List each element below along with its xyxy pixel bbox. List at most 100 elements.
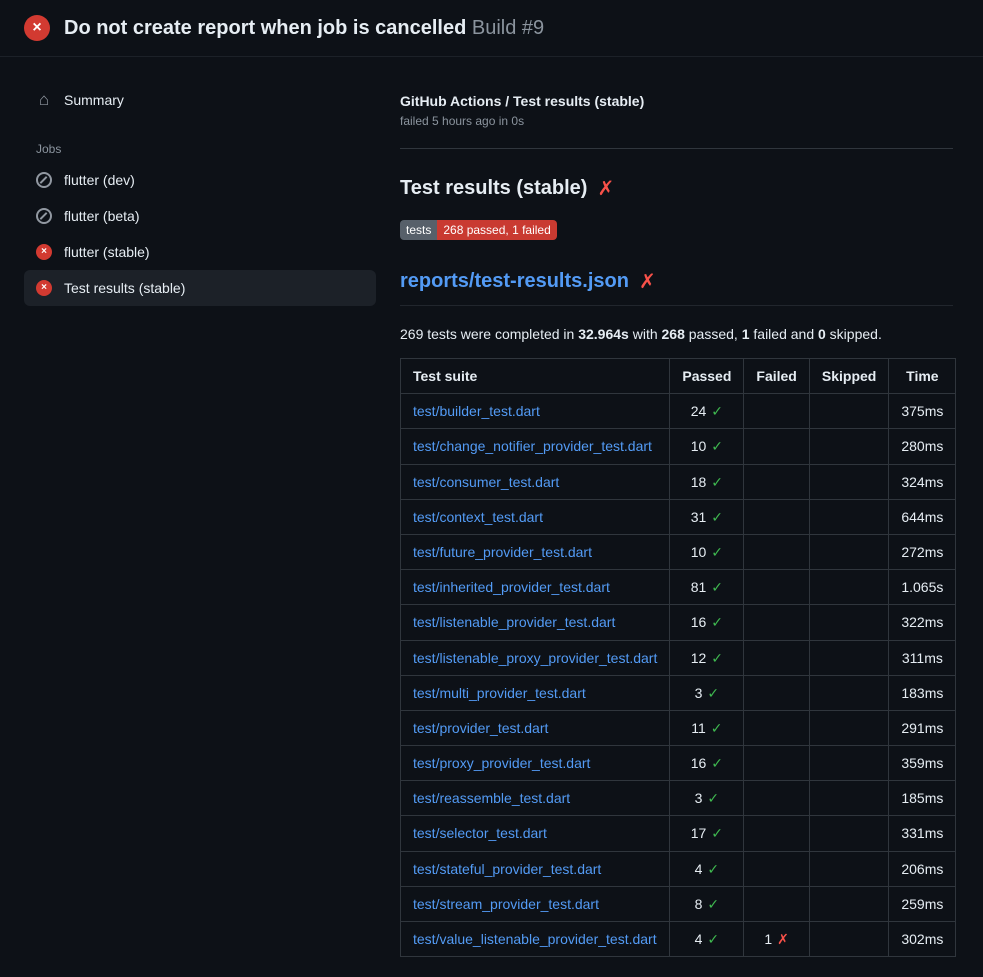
test-suite-link[interactable]: test/listenable_provider_test.dart [413,614,615,630]
col-header-test-suite: Test suite [401,359,670,394]
sidebar-item-flutter-stable[interactable]: × flutter (stable) [24,234,376,270]
test-suite-link[interactable]: test/consumer_test.dart [413,474,559,490]
results-table-body: test/builder_test.dart24✓375mstest/chang… [401,394,956,957]
sidebar-item-summary[interactable]: ⌂ Summary [24,83,376,116]
table-row: test/selector_test.dart 17✓ 331ms [401,816,956,851]
test-suite-link[interactable]: test/stream_provider_test.dart [413,896,599,912]
time-value: 331ms [889,816,956,851]
home-icon: ⌂ [36,91,52,108]
test-suite-link[interactable]: test/change_notifier_provider_test.dart [413,438,652,454]
summary-skipped: 0 [818,326,826,342]
passed-count: 3 [695,790,703,806]
badge-value: 268 passed, 1 failed [437,220,556,240]
check-icon: ✓ [707,790,719,806]
fail-x-icon: ✗ [777,931,789,947]
col-header-time: Time [889,359,956,394]
summary-text: with [629,326,662,342]
report-link[interactable]: reports/test-results.json [400,270,629,293]
test-suite-link[interactable]: test/value_listenable_provider_test.dart [413,931,657,947]
time-value: 322ms [889,605,956,640]
time-value: 324ms [889,464,956,499]
x-glyph: × [41,247,47,257]
build-header: × Do not create report when job is cance… [0,0,983,57]
test-suite-link[interactable]: test/listenable_proxy_provider_test.dart [413,650,657,666]
passed-count: 17 [691,825,707,841]
passed-count: 18 [691,474,707,490]
test-suite-link[interactable]: test/reassemble_test.dart [413,790,570,806]
summary-text: failed and [750,326,819,342]
report-title: reports/test-results.json✗ [400,270,953,306]
table-row: test/proxy_provider_test.dart 16✓ 359ms [401,746,956,781]
cancelled-icon [36,208,52,224]
run-status-line: failed 5 hours ago in 0s [400,114,953,128]
check-icon: ✓ [711,438,723,454]
test-suite-link[interactable]: test/provider_test.dart [413,720,548,736]
summary-text: passed, [685,326,742,342]
status-badge: tests268 passed, 1 failed [400,220,557,240]
check-icon: ✓ [707,931,719,947]
time-value: 375ms [889,394,956,429]
test-suite-link[interactable]: test/context_test.dart [413,509,543,525]
time-value: 644ms [889,499,956,534]
sidebar: ⌂ Summary Jobs flutter (dev) flutter (be… [0,57,400,306]
test-suite-link[interactable]: test/multi_provider_test.dart [413,685,586,701]
table-row: test/value_listenable_provider_test.dart… [401,922,956,957]
test-suite-link[interactable]: test/builder_test.dart [413,403,540,419]
check-icon: ✓ [707,685,719,701]
main-content: GitHub Actions / Test results (stable) f… [400,57,983,977]
check-icon: ✓ [707,896,719,912]
col-header-passed: Passed [670,359,744,394]
passed-count: 10 [691,544,707,560]
passed-count: 16 [691,755,707,771]
results-table: Test suite Passed Failed Skipped Time te… [400,358,956,957]
check-icon: ✓ [711,474,723,490]
time-value: 1.065s [889,570,956,605]
section-divider [400,148,953,149]
page-title: Do not create report when job is cancell… [64,17,544,40]
sidebar-item-flutter-dev[interactable]: flutter (dev) [24,162,376,198]
table-row: test/stateful_provider_test.dart4✓206ms [401,851,956,886]
time-value: 206ms [889,851,956,886]
table-row: test/consumer_test.dart 18✓ 324ms [401,464,956,499]
sidebar-item-test-results-stable[interactable]: × Test results (stable) [24,270,376,306]
section-title: Test results (stable)✗ [400,177,953,200]
failed-status-icon: × [24,15,50,41]
check-icon: ✓ [711,825,723,841]
col-header-skipped: Skipped [809,359,888,394]
sidebar-item-label: flutter (dev) [64,172,135,188]
time-value: 259ms [889,886,956,921]
test-suite-link[interactable]: test/stateful_provider_test.dart [413,861,601,877]
check-icon: ✓ [711,509,723,525]
test-suite-link[interactable]: test/future_provider_test.dart [413,544,592,560]
table-row: test/stream_provider_test.dart 8✓ 259ms [401,886,956,921]
check-icon: ✓ [711,755,723,771]
sidebar-item-label: flutter (stable) [64,244,150,260]
time-value: 302ms [889,922,956,957]
failed-count: 1 [764,931,772,947]
x-glyph: × [41,283,47,293]
check-icon: ✓ [711,579,723,595]
time-value: 291ms [889,710,956,745]
table-header-row: Test suite Passed Failed Skipped Time [401,359,956,394]
build-number: Build #9 [472,17,544,39]
table-row: test/future_provider_test.dart10✓272ms [401,534,956,569]
check-icon: ✓ [711,544,723,560]
sidebar-item-flutter-beta[interactable]: flutter (beta) [24,198,376,234]
test-suite-link[interactable]: test/inherited_provider_test.dart [413,579,610,595]
table-row: test/change_notifier_provider_test.dart1… [401,429,956,464]
time-value: 185ms [889,781,956,816]
test-suite-link[interactable]: test/selector_test.dart [413,825,547,841]
passed-count: 24 [691,403,707,419]
test-suite-link[interactable]: test/proxy_provider_test.dart [413,755,590,771]
failed-icon: × [36,280,52,296]
time-value: 359ms [889,746,956,781]
time-value: 183ms [889,675,956,710]
passed-count: 8 [695,896,703,912]
check-icon: ✓ [711,403,723,419]
check-icon: ✓ [711,650,723,666]
x-glyph: × [32,20,41,36]
badge-label: tests [400,220,437,240]
check-icon: ✓ [711,614,723,630]
table-row: test/listenable_proxy_provider_test.dart… [401,640,956,675]
passed-count: 16 [691,614,707,630]
